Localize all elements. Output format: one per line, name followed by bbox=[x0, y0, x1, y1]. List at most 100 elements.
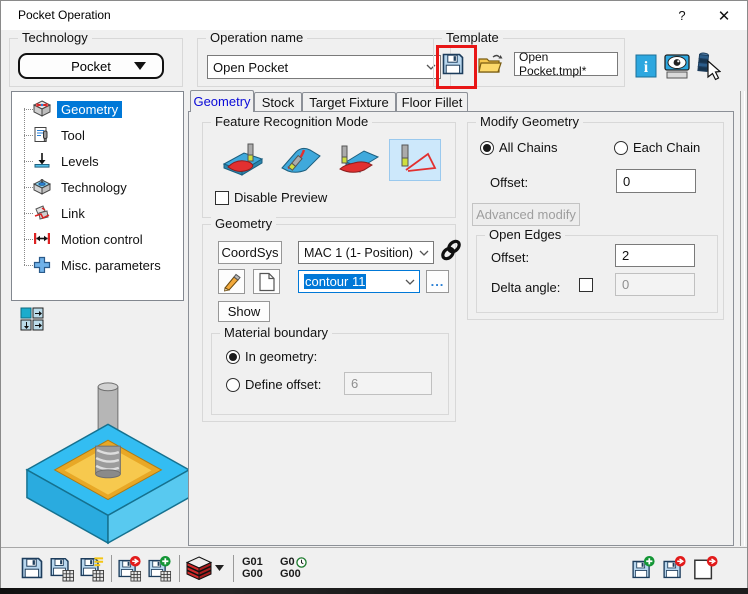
contour-select-value: contour 11 bbox=[304, 274, 366, 289]
save-add-calculate-button[interactable] bbox=[147, 554, 173, 582]
expand-panel-button[interactable] bbox=[20, 307, 44, 331]
technology-dropdown[interactable]: Pocket bbox=[18, 53, 164, 79]
each-chain-radio[interactable] bbox=[614, 141, 628, 155]
tab-stock[interactable]: Stock bbox=[254, 92, 302, 112]
gcode-line: G0 bbox=[280, 556, 295, 568]
pencil-edit-icon bbox=[222, 272, 242, 292]
tree-branch-line bbox=[24, 161, 33, 162]
save-calculate-button[interactable] bbox=[49, 554, 75, 582]
simulate-dropdown-button[interactable] bbox=[215, 554, 227, 582]
frm-mode-solid-button[interactable] bbox=[217, 139, 269, 181]
frm-mode-chain-button[interactable] bbox=[389, 139, 441, 181]
technology-value: Pocket bbox=[71, 59, 111, 74]
edit-geometry-button[interactable] bbox=[218, 269, 245, 294]
delta-angle-value: 0 bbox=[622, 277, 629, 292]
disable-preview-label: Disable Preview bbox=[234, 190, 327, 205]
modify-offset-label: Offset: bbox=[490, 175, 528, 190]
tree-item-geometry[interactable]: Geometry bbox=[12, 96, 183, 122]
tree-item-label: Motion control bbox=[57, 231, 147, 248]
browse-geometry-button[interactable]: ... bbox=[426, 270, 449, 293]
define-offset-field[interactable]: 6 bbox=[344, 372, 432, 395]
in-geometry-label: In geometry: bbox=[245, 349, 317, 364]
info-icon: i bbox=[635, 53, 657, 79]
tab-floor-fillet[interactable]: Floor Fillet bbox=[396, 92, 468, 112]
template-filename-field[interactable]: Open Pocket.tmpl* bbox=[514, 52, 618, 76]
tree-item-tool[interactable]: Tool bbox=[12, 122, 183, 148]
delta-angle-field[interactable]: 0 bbox=[615, 273, 695, 296]
tree-branch-line bbox=[24, 135, 33, 136]
exit-button[interactable] bbox=[693, 554, 719, 582]
panel-splitter[interactable] bbox=[740, 91, 745, 546]
tree-item-link[interactable]: Link bbox=[12, 200, 183, 226]
tree-item-label: Link bbox=[57, 205, 89, 222]
tab-label: Target Fixture bbox=[309, 95, 388, 110]
save-template-button[interactable] bbox=[440, 51, 466, 77]
show-button-label: Show bbox=[228, 304, 261, 319]
operation-name-group: Operation name Open Pocket bbox=[197, 38, 451, 87]
open-edges-group: Open Edges Offset: 2 Delta angle: 0 bbox=[476, 235, 718, 313]
advanced-modify-button[interactable]: Advanced modify bbox=[472, 203, 580, 226]
save-add-calculate-icon bbox=[147, 555, 173, 582]
link-pages-icon bbox=[33, 204, 51, 221]
simulate-stack-icon bbox=[186, 556, 213, 581]
clock-icon bbox=[296, 557, 307, 568]
coordsys-button[interactable]: CoordSys bbox=[218, 241, 282, 264]
tab-target-fixture[interactable]: Target Fixture bbox=[302, 92, 396, 112]
new-geometry-button[interactable] bbox=[253, 269, 280, 294]
define-offset-radio[interactable] bbox=[226, 378, 240, 392]
template-group: Template Open Pocket.tmpl* bbox=[433, 38, 625, 87]
define-offset-value: 6 bbox=[351, 376, 358, 391]
all-chains-label: All Chains bbox=[499, 140, 558, 155]
save-exit-calculate-button[interactable] bbox=[117, 554, 143, 582]
tree-item-motion-control[interactable]: Motion control bbox=[12, 226, 183, 252]
tree-item-misc-parameters[interactable]: Misc. parameters bbox=[12, 252, 183, 278]
save-button[interactable] bbox=[19, 554, 45, 582]
close-button[interactable]: ✕ bbox=[707, 1, 741, 30]
chevron-down-icon bbox=[134, 62, 146, 70]
template-group-label: Template bbox=[442, 30, 503, 45]
pocket-solid-mode-icon bbox=[220, 142, 266, 178]
gcode-feed-button[interactable]: G01 G00 bbox=[242, 554, 274, 582]
tab-label: Floor Fillet bbox=[402, 95, 463, 110]
modify-offset-value: 0 bbox=[623, 174, 630, 189]
operation-illustration bbox=[9, 373, 207, 547]
info-button[interactable]: i bbox=[634, 52, 658, 80]
save-calculate-options-button[interactable] bbox=[79, 554, 105, 582]
tree-item-technology[interactable]: Technology bbox=[12, 174, 183, 200]
geometry-group-label: Geometry bbox=[211, 216, 276, 231]
save-exit-button[interactable] bbox=[662, 554, 688, 582]
template-filename: Open Pocket.tmpl* bbox=[519, 50, 613, 78]
frm-mode-3d-button[interactable] bbox=[275, 139, 327, 181]
help-button[interactable]: ? bbox=[665, 1, 699, 30]
mac-select[interactable]: MAC 1 (1- Position) bbox=[298, 241, 434, 264]
motion-arrows-icon bbox=[33, 230, 51, 247]
chevron-down-icon bbox=[419, 250, 429, 256]
exit-icon bbox=[693, 555, 719, 582]
contour-select[interactable]: contour 11 bbox=[298, 270, 420, 293]
frm-mode-open-button[interactable] bbox=[331, 139, 383, 181]
tree-item-levels[interactable]: Levels bbox=[12, 148, 183, 174]
operation-name-select[interactable]: Open Pocket bbox=[207, 55, 441, 79]
in-geometry-radio[interactable] bbox=[226, 350, 240, 364]
technology-group: Technology Pocket bbox=[9, 38, 183, 87]
all-chains-radio[interactable] bbox=[480, 141, 494, 155]
technology-group-label: Technology bbox=[18, 30, 92, 45]
tree-branch-line bbox=[24, 187, 33, 188]
open-edges-offset-field[interactable]: 2 bbox=[615, 244, 695, 267]
gcode-time-button[interactable]: G0 G00 bbox=[280, 554, 318, 582]
disable-preview-checkbox[interactable] bbox=[215, 191, 229, 205]
simulate-button[interactable] bbox=[185, 554, 213, 582]
save-add-operation-button[interactable] bbox=[631, 554, 657, 582]
tab-geometry[interactable]: Geometry bbox=[190, 90, 254, 112]
pick-tool-button[interactable] bbox=[694, 50, 722, 82]
technology-cube-icon bbox=[33, 178, 51, 195]
chain-link-icon[interactable] bbox=[439, 237, 463, 263]
toolbar-separator-line bbox=[1, 547, 747, 548]
title-bar: Pocket Operation ? ✕ bbox=[1, 1, 747, 30]
preview-button[interactable] bbox=[662, 51, 692, 81]
open-template-button[interactable] bbox=[476, 51, 504, 77]
operation-name-value: Open Pocket bbox=[213, 60, 288, 75]
delta-angle-checkbox[interactable] bbox=[579, 278, 593, 292]
modify-offset-field[interactable]: 0 bbox=[616, 169, 696, 193]
show-geometry-button[interactable]: Show bbox=[218, 301, 270, 322]
